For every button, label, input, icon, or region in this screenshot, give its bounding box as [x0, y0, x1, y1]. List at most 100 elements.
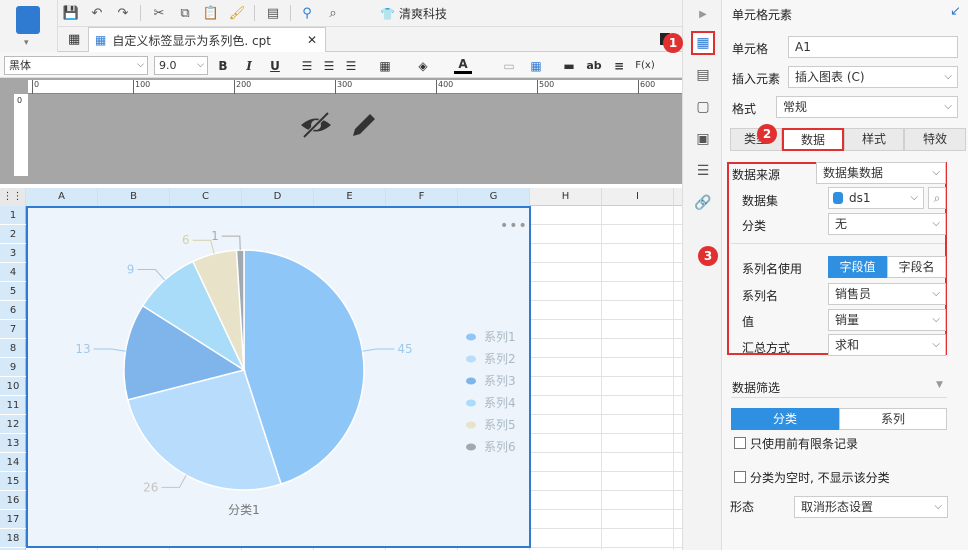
- fill-color-icon[interactable]: ◈: [414, 57, 432, 74]
- row-header[interactable]: 17: [0, 510, 26, 529]
- legend-item[interactable]: 系列1: [484, 330, 516, 344]
- italic-button[interactable]: I: [240, 57, 258, 74]
- series-name-field-value-option[interactable]: 字段值: [828, 256, 887, 278]
- legend-item[interactable]: 系列2: [484, 352, 516, 366]
- tab-data[interactable]: 数据: [782, 128, 844, 151]
- cell-element-icon[interactable]: ▦: [691, 31, 715, 55]
- grid-view-icon[interactable]: ▦: [68, 32, 80, 47]
- close-icon[interactable]: ✕: [307, 33, 317, 47]
- tab-style[interactable]: 样式: [844, 128, 904, 151]
- ab-button[interactable]: ab: [584, 57, 604, 74]
- collapse-arrow-icon[interactable]: ↙: [950, 4, 961, 19]
- row-header[interactable]: 1: [0, 206, 26, 225]
- row-header[interactable]: 8: [0, 339, 26, 358]
- cut-icon[interactable]: ✂: [150, 4, 168, 22]
- tab-effects[interactable]: 特效: [904, 128, 966, 151]
- template-icon[interactable]: ▤: [264, 4, 282, 22]
- row-header[interactable]: 11: [0, 396, 26, 415]
- row-header[interactable]: 4: [0, 263, 26, 282]
- summary-select[interactable]: 求和 ⌵: [828, 334, 946, 356]
- column-header-e[interactable]: E: [314, 188, 386, 206]
- column-header-h[interactable]: H: [530, 188, 602, 206]
- save-icon[interactable]: 💾: [62, 4, 80, 22]
- border-frame-icon[interactable]: ▢: [691, 95, 715, 119]
- align-center-icon[interactable]: ☰: [320, 57, 338, 74]
- shape-select[interactable]: 取消形态设置 ⌵: [794, 496, 948, 518]
- condition-icon[interactable]: ☰: [691, 159, 715, 183]
- dataset-select[interactable]: ds1 ⌵: [828, 187, 924, 209]
- wrap-text-icon[interactable]: ≡: [610, 57, 628, 74]
- row-header[interactable]: 5: [0, 282, 26, 301]
- underline-button[interactable]: U: [266, 57, 284, 74]
- edit-pencil-icon[interactable]: [348, 110, 380, 140]
- row-header[interactable]: 7: [0, 320, 26, 339]
- column-header-i[interactable]: I: [602, 188, 674, 206]
- chevron-down-icon[interactable]: ▾: [24, 38, 29, 48]
- font-size-select[interactable]: 9.0 ⌵: [154, 56, 208, 75]
- row-header[interactable]: 6: [0, 301, 26, 320]
- chart-more-icon[interactable]: •••: [500, 218, 528, 234]
- bold-button[interactable]: B: [214, 57, 232, 74]
- font-family-select[interactable]: 黑体 ⌵: [4, 56, 148, 75]
- legend-item[interactable]: 系列4: [484, 396, 516, 410]
- row-header[interactable]: 3: [0, 244, 26, 263]
- column-header-d[interactable]: D: [242, 188, 314, 206]
- data-source-select[interactable]: 数据集数据 ⌵: [816, 162, 946, 184]
- merge-icon[interactable]: ▭: [500, 57, 518, 74]
- row-header[interactable]: 13: [0, 434, 26, 453]
- link-icon[interactable]: 🔗: [691, 191, 715, 215]
- select-all-corner[interactable]: ⋮⋮: [0, 188, 26, 206]
- expand-arrow-icon[interactable]: ▶: [691, 2, 715, 26]
- row-header[interactable]: 10: [0, 377, 26, 396]
- legend-item[interactable]: 系列3: [484, 374, 516, 388]
- series-name-field-name-option[interactable]: 字段名: [887, 256, 946, 278]
- limit-records-checkbox[interactable]: [734, 437, 746, 449]
- collapse-icon[interactable]: ▼: [936, 380, 943, 390]
- preview-search-icon[interactable]: ⌕: [324, 4, 342, 22]
- cell-field[interactable]: A1: [788, 36, 958, 58]
- row-header[interactable]: 18: [0, 529, 26, 548]
- field-icon[interactable]: ▬: [560, 57, 578, 74]
- column-header-g[interactable]: G: [458, 188, 530, 206]
- cell-attribute-icon[interactable]: ▤: [691, 63, 715, 87]
- copy-icon[interactable]: ⧉: [176, 4, 194, 22]
- row-header[interactable]: 12: [0, 415, 26, 434]
- undo-icon[interactable]: ↶: [88, 4, 106, 22]
- redo-icon[interactable]: ↷: [114, 4, 132, 22]
- row-header[interactable]: 16: [0, 491, 26, 510]
- column-header-a[interactable]: A: [26, 188, 98, 206]
- file-tab[interactable]: ▦ 自定义标签显示为系列色. cpt ✕: [88, 27, 326, 52]
- row-header[interactable]: 14: [0, 453, 26, 472]
- hide-eye-icon[interactable]: [298, 110, 334, 140]
- category-select[interactable]: 无 ⌵: [828, 213, 946, 235]
- insert-element-select[interactable]: 插入图表 (C) ⌵: [788, 66, 958, 88]
- formula-button[interactable]: F(x): [634, 57, 656, 74]
- format-select[interactable]: 常规 ⌵: [776, 96, 958, 118]
- align-left-icon[interactable]: ☰: [298, 57, 316, 74]
- row-header[interactable]: 2: [0, 225, 26, 244]
- font-color-icon[interactable]: A: [454, 57, 472, 74]
- chart-cell[interactable]: 45 26 13 9 6 1 分类1 系列1 系列2 系列3 系列4 系列5 系列6 •••: [26, 206, 531, 548]
- row-header[interactable]: 15: [0, 472, 26, 491]
- series-name-select[interactable]: 销售员 ⌵: [828, 283, 946, 305]
- legend-item[interactable]: 系列6: [484, 440, 516, 454]
- align-right-icon[interactable]: ☰: [342, 57, 360, 74]
- filter-series-option[interactable]: 系列: [839, 408, 947, 430]
- widget-icon[interactable]: ▣: [691, 127, 715, 151]
- column-header-c[interactable]: C: [170, 188, 242, 206]
- column-header-b[interactable]: B: [98, 188, 170, 206]
- table-icon[interactable]: ▦: [527, 57, 545, 74]
- column-header-f[interactable]: F: [386, 188, 458, 206]
- format-painter-icon[interactable]: 🖌: [228, 4, 246, 22]
- search-icon[interactable]: ⌕: [928, 187, 946, 209]
- legend-item[interactable]: 系列5: [484, 418, 516, 432]
- paste-icon[interactable]: 📋: [202, 4, 220, 22]
- border-icon[interactable]: ▦: [376, 57, 394, 74]
- plugin-icon[interactable]: ⚲: [298, 4, 316, 22]
- row-header[interactable]: 9: [0, 358, 26, 377]
- value-select[interactable]: 销量 ⌵: [828, 309, 946, 331]
- brand-button[interactable]: 👕 清爽科技: [380, 5, 447, 22]
- hide-empty-category-checkbox[interactable]: [734, 471, 746, 483]
- filter-category-option[interactable]: 分类: [731, 408, 839, 430]
- report-logo-icon[interactable]: [16, 6, 40, 34]
